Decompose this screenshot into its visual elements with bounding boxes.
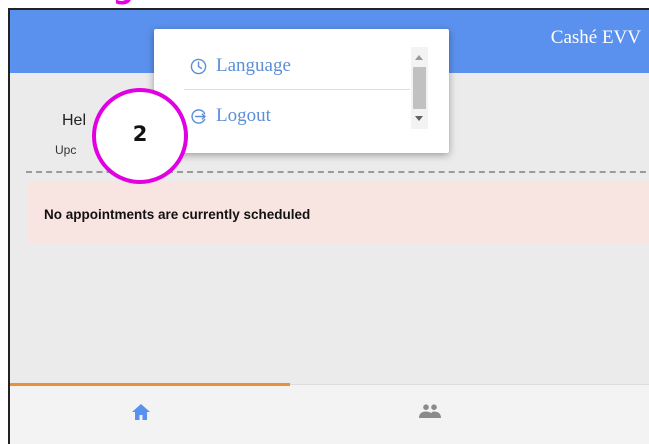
active-tab-indicator — [10, 383, 290, 386]
logout-icon — [191, 108, 206, 124]
no-appointments-banner: No appointments are currently scheduled — [28, 181, 649, 243]
menu-item-language-label: Language — [216, 55, 291, 76]
scroll-up-arrow-icon[interactable] — [415, 55, 423, 60]
menu-item-language[interactable]: Language — [190, 55, 291, 77]
menu-separator — [184, 89, 410, 90]
bottom-tab-bar — [10, 384, 649, 444]
clock-icon — [190, 58, 207, 74]
greeting-text: Hel — [62, 112, 87, 129]
tab-people[interactable] — [418, 404, 442, 423]
menu-item-logout-label: Logout — [216, 105, 271, 126]
page-title-fragment: ogoo — [92, 0, 175, 4]
scroll-thumb[interactable] — [413, 67, 426, 109]
tab-home[interactable] — [131, 403, 151, 426]
step-number: 2 — [132, 122, 148, 146]
step-callout: 2 — [92, 88, 188, 184]
app-title: Cashé EVV — [550, 27, 641, 48]
dropdown-menu: Language Logout — [154, 29, 449, 153]
menu-item-logout[interactable]: Logout — [190, 105, 271, 127]
title-fragment: ogoo — [0, 0, 190, 6]
no-appointments-text: No appointments are currently scheduled — [44, 207, 311, 222]
scroll-down-arrow-icon[interactable] — [415, 116, 423, 121]
home-icon — [132, 404, 150, 420]
upcoming-label: Upc — [55, 143, 77, 157]
people-icon — [419, 404, 441, 418]
menu-scrollbar[interactable] — [411, 47, 428, 129]
